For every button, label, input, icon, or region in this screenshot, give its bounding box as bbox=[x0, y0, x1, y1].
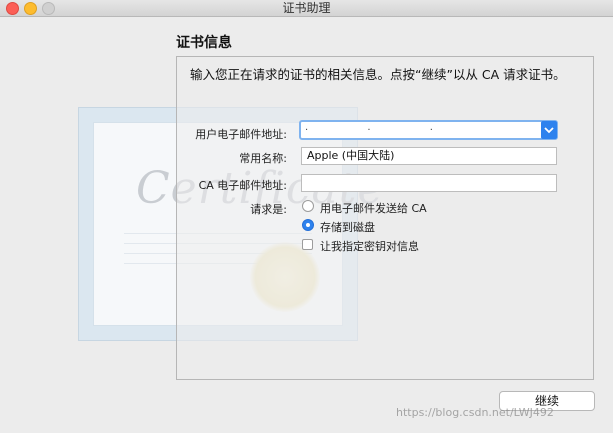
email-to-ca-label: 用电子邮件发送给 CA bbox=[320, 202, 427, 215]
request-label: 请求是: bbox=[250, 203, 287, 216]
specify-key-label: 让我指定密钥对信息 bbox=[320, 240, 419, 253]
section-heading: 证书信息 bbox=[176, 35, 232, 51]
form-panel bbox=[176, 56, 594, 380]
email-value: · · · bbox=[305, 125, 461, 136]
specify-key-checkbox[interactable] bbox=[302, 239, 313, 250]
email-to-ca-radio[interactable] bbox=[302, 200, 314, 212]
window-title: 证书助理 bbox=[282, 1, 331, 15]
chevron-down-icon[interactable] bbox=[541, 121, 557, 139]
ca-email-label: CA 电子邮件地址: bbox=[198, 179, 287, 192]
save-to-disk-label: 存储到磁盘 bbox=[320, 221, 375, 234]
common-name-label: 常用名称: bbox=[239, 152, 287, 165]
email-label: 用户电子邮件地址: bbox=[195, 128, 287, 141]
description-text: 输入您正在请求的证书的相关信息。点按“继续”以从 CA 请求证书。 bbox=[190, 67, 566, 82]
title-bar: 证书助理 bbox=[0, 0, 613, 17]
email-combo-field[interactable]: · · · bbox=[299, 120, 558, 140]
save-to-disk-radio[interactable] bbox=[302, 219, 314, 231]
watermark-text: https://blog.csdn.net/LWJ492 bbox=[396, 406, 554, 419]
common-name-field[interactable]: Apple (中国大陆) bbox=[301, 147, 557, 165]
ca-email-field[interactable] bbox=[301, 174, 557, 192]
